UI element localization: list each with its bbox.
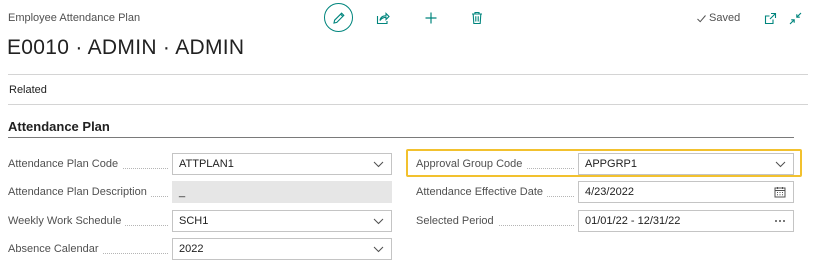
- attendance-effective-date-value: 4/23/2022: [585, 186, 634, 198]
- open-new-window-icon: [764, 12, 776, 24]
- weekly-work-schedule-label: Weekly Work Schedule: [8, 214, 172, 228]
- collapse-icon: [789, 12, 801, 24]
- chevron-down-icon[interactable]: [371, 157, 385, 171]
- collapse-button[interactable]: [786, 9, 804, 27]
- page-title: E0010 · ADMIN · ADMIN: [7, 36, 245, 59]
- edit-icon: [332, 11, 345, 24]
- absence-calendar-field: Absence Calendar 2022: [8, 237, 392, 261]
- approval-group-code-field: Approval Group Code APPGRP1: [416, 152, 794, 176]
- chevron-down-icon[interactable]: [371, 214, 385, 228]
- section-title[interactable]: Attendance Plan: [8, 119, 110, 134]
- weekly-work-schedule-value: SCH1: [179, 215, 209, 227]
- related-menu[interactable]: Related: [9, 84, 47, 96]
- saved-label: Saved: [709, 12, 741, 24]
- selected-period-label: Selected Period: [416, 214, 578, 228]
- add-icon: [425, 12, 437, 24]
- saved-status: Saved: [696, 12, 740, 24]
- absence-calendar-label: Absence Calendar: [8, 242, 172, 256]
- checkmark-icon: [697, 14, 706, 22]
- attendance-plan-description-input: _: [172, 181, 392, 203]
- attendance-plan-description-field: Attendance Plan Description _: [8, 180, 392, 204]
- more-options-icon[interactable]: [773, 214, 787, 228]
- attendance-plan-code-input[interactable]: ATTPLAN1: [172, 153, 392, 175]
- approval-group-code-label: Approval Group Code: [416, 157, 578, 171]
- open-new-window-button[interactable]: [761, 9, 779, 27]
- weekly-work-schedule-input[interactable]: SCH1: [172, 210, 392, 232]
- edit-button[interactable]: [324, 3, 353, 32]
- approval-group-code-input[interactable]: APPGRP1: [578, 153, 794, 175]
- attendance-plan-code-field: Attendance Plan Code ATTPLAN1: [8, 152, 392, 176]
- page-caption: Employee Attendance Plan: [8, 12, 141, 24]
- selected-period-input[interactable]: 01/01/22 - 12/31/22: [578, 210, 794, 232]
- attendance-effective-date-input[interactable]: 4/23/2022: [578, 181, 794, 203]
- calendar-icon[interactable]: [773, 185, 787, 199]
- approval-group-code-value: APPGRP1: [585, 158, 637, 170]
- selected-period-value: 01/01/22 - 12/31/22: [585, 215, 681, 227]
- attendance-plan-description-value: _: [179, 186, 186, 198]
- weekly-work-schedule-field: Weekly Work Schedule SCH1: [8, 209, 392, 233]
- header-divider: [8, 74, 808, 75]
- attendance-plan-description-label: Attendance Plan Description: [8, 185, 172, 199]
- chevron-down-icon[interactable]: [773, 157, 787, 171]
- section-rule: [8, 137, 794, 138]
- share-button[interactable]: [373, 9, 393, 27]
- delete-icon: [472, 11, 482, 25]
- absence-calendar-input[interactable]: 2022: [172, 238, 392, 260]
- attendance-effective-date-field: Attendance Effective Date 4/23/2022: [416, 180, 794, 204]
- share-icon: [376, 12, 390, 25]
- attendance-effective-date-label: Attendance Effective Date: [416, 185, 578, 199]
- delete-button[interactable]: [467, 9, 487, 27]
- selected-period-field: Selected Period 01/01/22 - 12/31/22: [416, 209, 794, 233]
- absence-calendar-value: 2022: [179, 243, 204, 255]
- attendance-plan-code-value: ATTPLAN1: [179, 158, 234, 170]
- chevron-down-icon[interactable]: [371, 242, 385, 256]
- actionbar-divider: [8, 104, 808, 105]
- add-button[interactable]: [421, 9, 441, 27]
- attendance-plan-code-label: Attendance Plan Code: [8, 157, 172, 171]
